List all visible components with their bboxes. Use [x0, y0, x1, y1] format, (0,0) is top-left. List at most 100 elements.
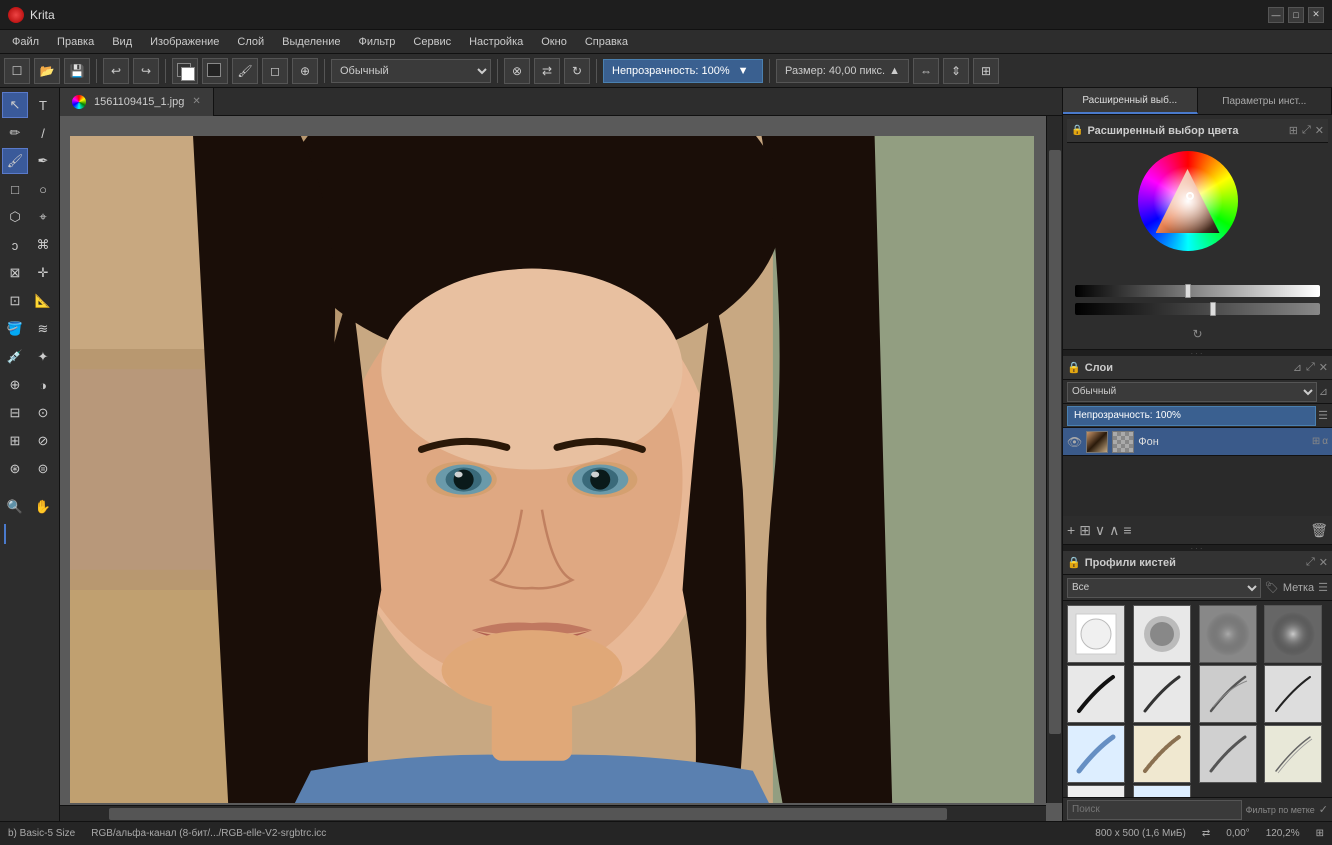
menu-filter[interactable]: Фильтр [350, 34, 403, 50]
toolbar-reset-color[interactable]: ⊗ [504, 58, 530, 84]
toolbar-fill[interactable]: ⊕ [292, 58, 318, 84]
brush-search-input[interactable] [1067, 800, 1242, 820]
menu-settings[interactable]: Настройка [461, 34, 531, 50]
layers-float-icon[interactable]: ⤢ [1306, 361, 1315, 374]
layer-options-button[interactable]: ≡ [1123, 522, 1131, 538]
layer-visibility-icon[interactable]: 👁 [1067, 435, 1082, 449]
layers-blend-mode[interactable]: Обычный [1067, 382, 1317, 402]
tool-contour-select[interactable]: ⊛ [2, 456, 28, 482]
toolbar-mirror-h[interactable]: ⇔ [913, 58, 939, 84]
tab-tool-params[interactable]: Параметры инст... [1198, 88, 1332, 114]
brush-panel-close-icon[interactable]: ✕ [1319, 556, 1328, 569]
vertical-scrollbar[interactable] [1046, 116, 1062, 803]
hue-slider[interactable] [1075, 285, 1320, 297]
tool-fill[interactable]: 🪣 [2, 316, 28, 342]
tool-ellipse[interactable]: ○ [30, 176, 56, 202]
tool-zoom[interactable]: 🔍 [2, 494, 28, 520]
layers-opacity-bar[interactable]: Непрозрачность: 100% [1067, 406, 1316, 426]
tool-bezier-select[interactable]: ⊘ [30, 428, 56, 454]
blend-mode-select[interactable]: Обычный [331, 59, 491, 83]
add-layer-button[interactable]: + [1067, 522, 1075, 538]
toolbar-wrap[interactable]: ⊞ [973, 58, 999, 84]
saturation-thumb[interactable] [1210, 302, 1216, 316]
toolbar-undo[interactable]: ↩ [103, 58, 129, 84]
brush-category-select[interactable]: Все [1067, 578, 1261, 598]
color-panel-close-icon[interactable]: ✕ [1315, 124, 1324, 137]
toolbar-eraser[interactable]: ◻ [262, 58, 288, 84]
tool-pan[interactable]: ✋ [30, 494, 56, 520]
brush-item-ink[interactable] [1264, 665, 1322, 723]
color-wheel[interactable] [1138, 151, 1238, 251]
layers-close-icon[interactable]: ✕ [1319, 361, 1328, 374]
refresh-color-button[interactable]: ↻ [1190, 325, 1204, 343]
zoom-fit-icon[interactable]: ⊞ [1316, 828, 1324, 839]
vscroll-thumb[interactable] [1049, 150, 1061, 734]
brush-item-blur[interactable] [1199, 605, 1257, 663]
brush-item-pen-3[interactable] [1199, 665, 1257, 723]
menu-help[interactable]: Справка [577, 34, 636, 50]
menu-window[interactable]: Окно [533, 34, 575, 50]
tool-freehand[interactable]: ✏ [2, 120, 28, 146]
brush-list-view-icon[interactable]: ☰ [1318, 581, 1328, 594]
tool-eyedropper[interactable]: 💉 [2, 344, 28, 370]
tool-contiguous-select[interactable]: ↄ [2, 232, 28, 258]
brush-item-pencil[interactable] [1264, 725, 1322, 783]
opacity-control[interactable]: Непрозрачность: 100% ▼ [603, 59, 763, 83]
brush-item-round[interactable] [1067, 785, 1125, 797]
tool-similar-select[interactable]: ⊜ [30, 456, 56, 482]
tool-text[interactable]: T [30, 92, 56, 118]
delete-layer-button[interactable]: 🗑 [1310, 522, 1328, 539]
opacity-dropdown-icon[interactable]: ▼ [738, 65, 749, 77]
tool-smart-patch[interactable]: ✦ [30, 344, 56, 370]
toolbar-redo[interactable]: ↪ [133, 58, 159, 84]
toolbar-color-bg[interactable] [172, 58, 198, 84]
pan-icon[interactable]: ⇄ [1202, 828, 1210, 839]
tool-rect-select[interactable]: ⊟ [2, 400, 28, 426]
horizontal-scrollbar[interactable] [60, 805, 1046, 821]
toolbar-open[interactable]: 📂 [34, 58, 60, 84]
tool-crop[interactable]: ⊠ [2, 260, 28, 286]
menu-file[interactable]: Файл [4, 34, 47, 50]
menu-layer[interactable]: Слой [229, 34, 272, 50]
size-control[interactable]: Размер: 40,00 пикс. ▲ [776, 59, 909, 83]
add-group-button[interactable]: ⊞ [1079, 522, 1091, 539]
brush-panel-float-icon[interactable]: ⤢ [1306, 556, 1315, 569]
color-panel-float-icon[interactable]: ⤢ [1302, 124, 1311, 137]
tool-polygon[interactable]: ⬡ [2, 204, 28, 230]
hue-thumb[interactable] [1185, 284, 1191, 298]
tool-brush[interactable]: 🖌 [2, 148, 28, 174]
tool-gradient[interactable]: ≋ [30, 316, 56, 342]
canvas-image[interactable] [70, 136, 1034, 803]
menu-service[interactable]: Сервис [405, 34, 459, 50]
size-stepper-up[interactable]: ▲ [889, 65, 900, 77]
brush-item-eraser[interactable] [1067, 605, 1125, 663]
brush-item-chalk[interactable] [1199, 725, 1257, 783]
tool-dodge[interactable]: ◑ [30, 372, 56, 398]
toolbar-brush-preset[interactable]: 🖌 [232, 58, 258, 84]
tool-path[interactable]: ⌘ [30, 232, 56, 258]
menu-view[interactable]: Вид [104, 34, 140, 50]
tool-ruler[interactable]: 📐 [30, 288, 56, 314]
move-layer-up-button[interactable]: ∧ [1109, 522, 1119, 539]
color-panel-config-icon[interactable]: ⊞ [1289, 124, 1298, 137]
tool-select-move[interactable]: ↖ [2, 92, 28, 118]
tool-ellipse-select[interactable]: ⊙ [30, 400, 56, 426]
brush-item-basic-2[interactable] [1133, 605, 1191, 663]
close-button[interactable]: ✕ [1308, 7, 1324, 23]
tool-magnetic-select[interactable]: ⊞ [2, 428, 28, 454]
move-layer-down-button[interactable]: ∨ [1095, 522, 1105, 539]
toolbar-mirror-v[interactable]: ⇕ [943, 58, 969, 84]
tool-calligraphy[interactable]: ✒ [30, 148, 56, 174]
menu-edit[interactable]: Правка [49, 34, 102, 50]
tool-rect[interactable]: □ [2, 176, 28, 202]
canvas-tab-1[interactable]: 1561109415_1.jpg ✕ [60, 88, 214, 116]
brush-item-airbrush[interactable] [1264, 605, 1322, 663]
brush-item-marker-blue[interactable] [1067, 725, 1125, 783]
brush-item-pen-2[interactable] [1133, 665, 1191, 723]
minimize-button[interactable]: — [1268, 7, 1284, 23]
color-triangle[interactable] [1156, 169, 1220, 233]
tool-clone[interactable]: ⊕ [2, 372, 28, 398]
brush-item-pen-1[interactable] [1067, 665, 1125, 723]
layers-opacity-menu[interactable]: ☰ [1318, 409, 1328, 422]
brush-item-crayon[interactable] [1133, 725, 1191, 783]
